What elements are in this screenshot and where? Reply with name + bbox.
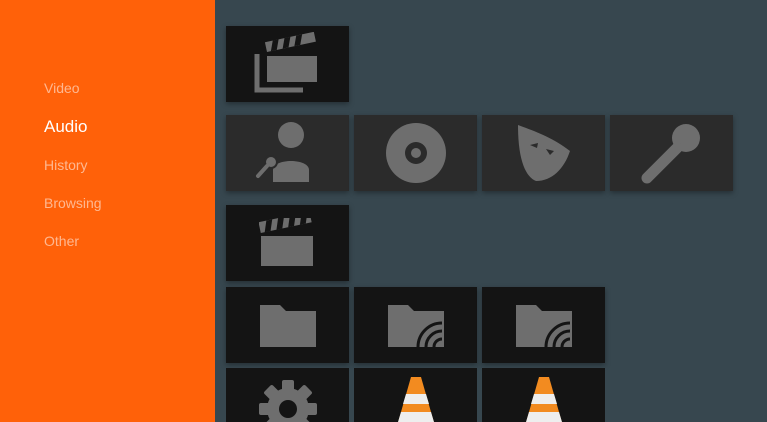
browsing-local-folder-card[interactable]	[226, 287, 349, 363]
network-folder-icon	[515, 305, 572, 348]
gear-icon	[258, 380, 317, 422]
browsing-network-folder-card-1[interactable]	[354, 287, 477, 363]
sidebar-item-browsing[interactable]: Browsing	[44, 195, 102, 211]
audio-albums-card[interactable]	[354, 115, 477, 191]
other-vlc-card-2[interactable]	[482, 368, 605, 422]
folder-icon	[259, 305, 316, 347]
sidebar: Video Audio History Browsing Other	[0, 0, 215, 422]
videos-stack-icon	[254, 32, 317, 93]
genre-mask-icon	[517, 125, 570, 181]
audio-genres-card[interactable]	[482, 115, 605, 191]
vlc-cone-icon	[525, 377, 562, 422]
vlc-cone-icon	[397, 377, 434, 422]
album-disc-icon	[385, 123, 446, 183]
video-all-videos-card[interactable]	[226, 26, 349, 102]
browsing-network-folder-card-2[interactable]	[482, 287, 605, 363]
sidebar-item-other[interactable]: Other	[44, 233, 79, 249]
app-root: Video Audio History Browsing Other	[0, 0, 767, 422]
network-folder-icon	[387, 305, 444, 348]
sidebar-item-video[interactable]: Video	[44, 80, 80, 96]
audio-songs-card[interactable]	[610, 115, 733, 191]
other-vlc-card-1[interactable]	[354, 368, 477, 422]
artist-icon	[255, 122, 309, 182]
sidebar-item-history[interactable]: History	[44, 157, 88, 173]
history-card[interactable]	[226, 205, 349, 281]
microphone-icon	[641, 124, 700, 184]
sidebar-item-audio[interactable]: Audio	[44, 117, 87, 137]
clapperboard-icon	[258, 218, 313, 266]
audio-artists-card[interactable]	[226, 115, 349, 191]
other-settings-card[interactable]	[226, 368, 349, 422]
